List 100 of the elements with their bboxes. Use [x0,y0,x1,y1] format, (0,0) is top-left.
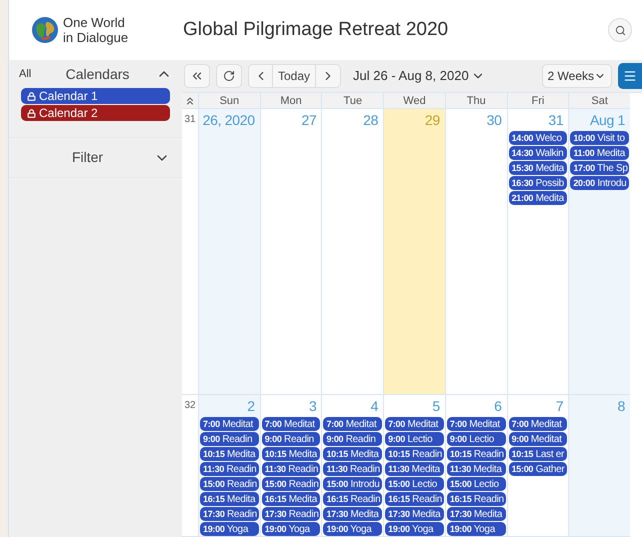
event-chip[interactable]: 7:00 Meditat [385,417,444,431]
event-chip[interactable]: 17:30 Medita [385,507,444,521]
weekday-header: Mon [260,93,322,108]
event-chip[interactable]: 9:00 Readin [323,432,382,446]
day-cell[interactable]: 7 7:00 Meditat 9:00 Meditat 10:15 Last er 15:00 Gather [506,395,568,536]
event-chip[interactable]: 15:00 Readin [200,477,259,491]
event-chip[interactable]: 11:30 Readin [200,462,259,476]
logo-text: One World [63,15,126,30]
event-chip[interactable]: 10:00 Visit to [570,131,630,145]
calendars-heading: Calendars [64,64,130,84]
event-chip[interactable]: 16:15 Readin [385,492,444,506]
event-chip[interactable]: 16:15 Readin [446,492,506,506]
day-number: 29 [424,111,441,130]
day-number: 31 [547,111,564,130]
event-chip[interactable]: 16:15 Medita [262,492,320,506]
day-number: 7 [554,397,564,416]
event-chip[interactable]: 9:00 Lectio [385,432,444,446]
event-chip[interactable]: 7:00 Meditat [508,417,568,431]
calendar-chip[interactable]: Calendar 2 [21,105,170,121]
day-number: 4 [370,397,380,416]
view-dropdown[interactable]: 2 Weeks [542,64,612,88]
refresh-button[interactable] [216,64,242,88]
event-chip[interactable]: 19:00 Yoga [200,522,259,536]
event-chip[interactable]: 10:15 Medita [323,447,382,461]
page-title: Global Pilgrimage Retreat 2020 [183,18,450,42]
event-chip[interactable]: 10:15 Readin [446,447,506,461]
event-chip[interactable]: 17:30 Readin [200,507,259,521]
day-cell[interactable]: 5 7:00 Meditat 9:00 Lectio 10:15 Readin 11:30 Medita 15:00 Lectio 16:15 Readin 17:30 Medita 19:00 Yoga [383,395,445,536]
all-link[interactable]: All [19,66,39,82]
menu-button[interactable] [618,63,642,89]
event-chip[interactable]: 11:30 Medita [446,462,506,476]
day-cell[interactable]: 4 7:00 Meditat 9:00 Readin 10:15 Medita 11:30 Readin 15:00 Introdu 16:15 Readin 17:30 Medita 19:00 Yoga [321,395,384,536]
day-number: 26, 2020 [202,111,256,130]
event-chip[interactable]: 15:30 Medita [508,161,568,175]
day-cell[interactable]: 6 7:00 Meditat 9:00 Lectio 10:15 Readin 11:30 Medita 15:00 Lectio 16:15 Readin 17:30 Medita 19:00 Yoga [444,395,507,536]
event-chip[interactable]: 16:15 Readin [323,492,382,506]
event-chip[interactable]: 20:00 Introdu [570,176,630,190]
event-chip[interactable]: 17:30 Medita [446,507,506,521]
event-chip[interactable]: 9:00 Readin [262,432,320,446]
event-chip[interactable]: 9:00 Readin [200,432,259,446]
search-icon [614,24,626,36]
date-range-dropdown[interactable]: Jul 26 - Aug 8, 2020 [353,66,485,86]
day-number: 27 [300,111,318,130]
logo-text: in Dialogue [63,30,128,45]
event-chip[interactable]: 21:00 Medita [508,191,568,205]
day-cell[interactable]: 2 7:00 Meditat 9:00 Readin 10:15 Medita 11:30 Readin 15:00 Readin 16:15 Medita 17:30 Readin 19:00 Yoga [198,395,260,536]
weekday-header: Thu [444,93,507,108]
day-cell[interactable]: 31 14:00 Welco 14:30 Walkin 15:30 Medita 16:30 Possib 21:00 Medita [506,109,568,394]
event-chip[interactable]: 15:00 Lectio [446,477,506,491]
event-chip[interactable]: 14:00 Welco [508,131,568,145]
weekday-header: Fri [506,93,568,108]
event-chip[interactable]: 15:00 Readin [262,477,320,491]
event-chip[interactable]: 14:30 Walkin [508,146,568,160]
event-chip[interactable]: 10:15 Last er [508,447,568,461]
day-number: 2 [246,397,256,416]
day-number: 8 [616,397,626,416]
day-number: 5 [431,397,441,416]
day-number: 6 [493,397,503,416]
menu-icon [623,69,637,83]
calendar-chip[interactable]: Calendar 1 [21,88,170,104]
collapse-all-button[interactable] [184,64,210,88]
event-chip[interactable]: 17:30 Readin [262,507,320,521]
event-chip[interactable]: 7:00 Meditat [262,417,320,431]
event-chip[interactable]: 15:00 Introdu [323,477,382,491]
event-chip[interactable]: 10:15 Medita [262,447,320,461]
day-cell[interactable]: Aug 1 10:00 Visit to 11:00 Medita 17:00 The Sp 20:00 Introdu [568,109,630,394]
event-chip[interactable]: 17:30 Medita [323,507,382,521]
event-chip[interactable]: 19:00 Yoga [446,522,506,536]
event-chip[interactable]: 19:00 Yoga [262,522,320,536]
event-chip[interactable]: 11:00 Medita [570,146,630,160]
event-chip[interactable]: 15:00 Lectio [385,477,444,491]
event-chip[interactable]: 10:15 Readin [385,447,444,461]
event-chip[interactable]: 9:00 Lectio [446,432,506,446]
double-chevron-up-icon[interactable] [184,94,196,106]
weekday-header: Sat [568,93,630,108]
day-number: 28 [362,111,380,130]
event-chip[interactable]: 15:00 Gather [508,462,568,476]
event-chip[interactable]: 17:00 The Sp [570,161,630,175]
day-cell[interactable]: 3 7:00 Meditat 9:00 Readin 10:15 Medita 11:30 Readin 15:00 Readin 16:15 Medita 17:30 Readin 19:00 Yoga [260,395,322,536]
event-chip[interactable]: 11:30 Readin [323,462,382,476]
event-chip[interactable]: 16:15 Medita [200,492,259,506]
lock-icon [27,108,36,118]
event-chip[interactable]: 19:00 Yoga [385,522,444,536]
event-chip[interactable]: 7:00 Meditat [323,417,382,431]
weekday-header: Tue [321,93,384,108]
event-chip[interactable]: 10:15 Medita [200,447,259,461]
event-chip[interactable]: 16:30 Possib [508,176,568,190]
week-number: 32 [183,399,197,413]
calendar-name: Calendar 1 [39,88,98,105]
event-chip[interactable]: 19:00 Yoga [323,522,382,536]
event-chip[interactable]: 7:00 Meditat [446,417,506,431]
event-chip[interactable]: 11:30 Readin [262,462,320,476]
event-chip[interactable]: 11:30 Medita [385,462,444,476]
week-number: 31 [183,113,197,127]
search-button[interactable] [608,18,632,42]
day-number: 3 [308,397,318,416]
event-chip[interactable]: 7:00 Meditat [200,417,259,431]
day-number: 30 [486,111,503,130]
filter-heading: Filter [70,148,104,167]
event-chip[interactable]: 9:00 Meditat [508,432,568,446]
